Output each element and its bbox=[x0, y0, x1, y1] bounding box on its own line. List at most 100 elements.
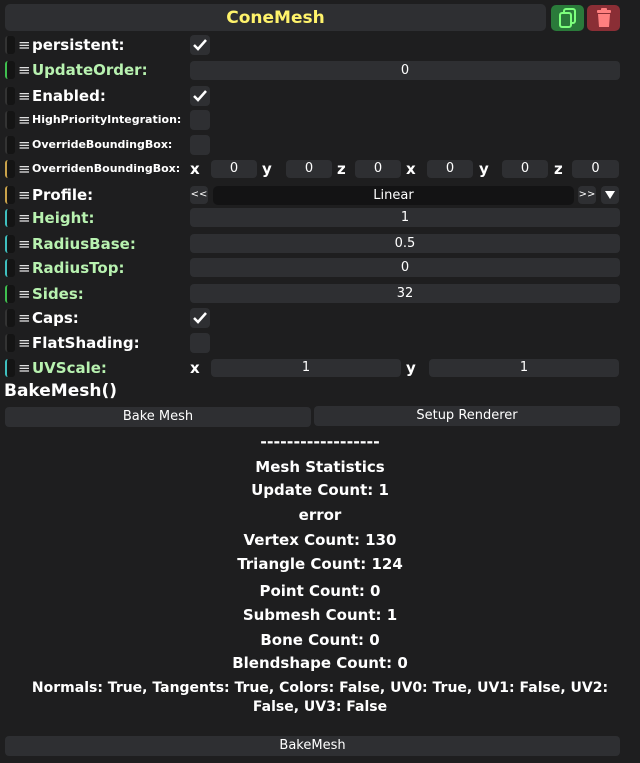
bbox-max-x-input[interactable]: 0 bbox=[427, 160, 473, 178]
field-label: UVScale: bbox=[32, 359, 107, 377]
field-label: UpdateOrder: bbox=[32, 61, 148, 79]
field-label: Enabled: bbox=[32, 87, 106, 105]
field-menu-icon[interactable]: ≡ bbox=[18, 35, 31, 55]
axis-label-z: z bbox=[337, 160, 346, 178]
persistent-checkbox[interactable] bbox=[190, 35, 210, 55]
field-menu-icon[interactable]: ≡ bbox=[18, 258, 31, 278]
chevron-down-icon bbox=[605, 191, 615, 199]
field-row-overriden-bbox: ≡ OverridenBoundingBox: x 0 y 0 z 0 x 0 … bbox=[0, 157, 640, 181]
drag-handle[interactable] bbox=[5, 160, 15, 178]
field-label: OverrideBoundingBox: bbox=[32, 138, 173, 151]
field-row-radius-top: ≡ RadiusTop: 0 bbox=[0, 256, 640, 280]
sides-input[interactable]: 32 bbox=[190, 284, 620, 303]
field-row-caps: ≡ Caps: bbox=[0, 306, 640, 330]
profile-value[interactable]: Linear bbox=[213, 186, 574, 205]
checkmark-icon bbox=[193, 312, 207, 324]
bbox-min-z-input[interactable]: 0 bbox=[355, 160, 401, 178]
field-menu-icon[interactable]: ≡ bbox=[18, 86, 31, 106]
uv-scale-x-input[interactable]: 1 bbox=[211, 359, 401, 377]
drag-handle[interactable] bbox=[5, 359, 15, 377]
field-label: Height: bbox=[32, 209, 95, 227]
update-order-input[interactable]: 0 bbox=[190, 61, 620, 80]
axis-label-x: x bbox=[190, 359, 200, 377]
field-row-sides: ≡ Sides: 32 bbox=[0, 282, 640, 306]
enabled-checkbox[interactable] bbox=[190, 86, 210, 106]
stats-divider: ------------------ bbox=[260, 432, 380, 451]
profile-prev-button[interactable]: << bbox=[190, 186, 208, 204]
field-label: OverridenBoundingBox: bbox=[32, 162, 181, 175]
stats-attributes-line2: False, UV3: False bbox=[252, 699, 388, 715]
field-label: RadiusTop: bbox=[32, 259, 125, 277]
field-menu-icon[interactable]: ≡ bbox=[18, 60, 31, 80]
field-row-radius-base: ≡ RadiusBase: 0.5 bbox=[0, 232, 640, 256]
delete-component-button[interactable] bbox=[587, 5, 620, 31]
bbox-max-y-input[interactable]: 0 bbox=[502, 160, 548, 178]
field-menu-icon[interactable]: ≡ bbox=[18, 358, 31, 378]
setup-renderer-button[interactable]: Setup Renderer bbox=[314, 406, 620, 426]
field-row-enabled: ≡ Enabled: bbox=[0, 84, 640, 108]
profile-next-button[interactable]: >> bbox=[578, 186, 596, 204]
radius-top-input[interactable]: 0 bbox=[190, 258, 620, 277]
field-menu-icon[interactable]: ≡ bbox=[18, 208, 31, 228]
axis-label-y: y bbox=[262, 160, 272, 178]
drag-handle[interactable] bbox=[5, 209, 15, 227]
stats-submesh-count: Submesh Count: 1 bbox=[242, 606, 398, 624]
drag-handle[interactable] bbox=[5, 334, 15, 352]
radius-base-input[interactable]: 0.5 bbox=[190, 234, 620, 253]
field-row-high-priority: ≡ HighPriorityIntegration: bbox=[0, 108, 640, 132]
field-label: HighPriorityIntegration: bbox=[32, 113, 182, 126]
bbox-min-y-input[interactable]: 0 bbox=[286, 160, 332, 178]
high-priority-checkbox[interactable] bbox=[190, 110, 210, 130]
bake-mesh-button[interactable]: Bake Mesh bbox=[5, 407, 311, 427]
field-row-uv-scale: ≡ UVScale: x 1 y 1 bbox=[0, 356, 640, 380]
bbox-min-x-input[interactable]: 0 bbox=[211, 160, 257, 178]
field-menu-icon[interactable]: ≡ bbox=[18, 308, 31, 328]
bbox-max-z-input[interactable]: 0 bbox=[572, 160, 619, 178]
axis-label-z: z bbox=[554, 160, 563, 178]
field-menu-icon[interactable]: ≡ bbox=[18, 234, 31, 254]
uv-scale-y-input[interactable]: 1 bbox=[429, 359, 619, 377]
field-label: FlatShading: bbox=[32, 334, 140, 352]
stats-bone-count: Bone Count: 0 bbox=[260, 631, 380, 649]
stats-triangle-count: Triangle Count: 124 bbox=[237, 555, 403, 573]
drag-handle[interactable] bbox=[5, 285, 15, 303]
field-label: Caps: bbox=[32, 309, 79, 327]
field-row-override-bbox: ≡ OverrideBoundingBox: bbox=[0, 133, 640, 157]
field-label: RadiusBase: bbox=[32, 235, 136, 253]
drag-handle[interactable] bbox=[5, 235, 15, 253]
drag-handle[interactable] bbox=[5, 136, 15, 154]
field-row-update-order: ≡ UpdateOrder: 0 bbox=[0, 58, 640, 82]
duplicate-component-button[interactable] bbox=[551, 5, 584, 31]
stats-vertex-count: Vertex Count: 130 bbox=[243, 531, 397, 549]
override-bbox-checkbox[interactable] bbox=[190, 135, 210, 155]
bake-mesh-bottom-button[interactable]: BakeMesh bbox=[5, 736, 620, 756]
height-input[interactable]: 1 bbox=[190, 208, 620, 227]
axis-label-x: x bbox=[190, 160, 200, 178]
field-row-flat-shading: ≡ FlatShading: bbox=[0, 331, 640, 355]
field-menu-icon[interactable]: ≡ bbox=[18, 159, 31, 179]
copy-icon bbox=[558, 8, 576, 28]
stats-point-count: Point Count: 0 bbox=[259, 582, 381, 600]
stats-error: error bbox=[298, 506, 342, 524]
drag-handle[interactable] bbox=[5, 111, 15, 129]
flat-shading-checkbox[interactable] bbox=[190, 333, 210, 353]
drag-handle[interactable] bbox=[5, 61, 15, 79]
drag-handle[interactable] bbox=[5, 87, 15, 105]
drag-handle[interactable] bbox=[5, 309, 15, 327]
stats-blendshape-count: Blendshape Count: 0 bbox=[232, 654, 408, 672]
axis-label-y: y bbox=[406, 359, 416, 377]
drag-handle[interactable] bbox=[5, 259, 15, 277]
field-menu-icon[interactable]: ≡ bbox=[18, 110, 31, 130]
profile-dropdown-button[interactable] bbox=[601, 186, 619, 204]
field-menu-icon[interactable]: ≡ bbox=[18, 135, 31, 155]
stats-attributes-line1: Normals: True, Tangents: True, Colors: F… bbox=[31, 680, 609, 696]
field-menu-icon[interactable]: ≡ bbox=[18, 185, 31, 205]
field-row-profile: ≡ Profile: << Linear >> bbox=[0, 183, 640, 207]
field-menu-icon[interactable]: ≡ bbox=[18, 333, 31, 353]
caps-checkbox[interactable] bbox=[190, 308, 210, 328]
drag-handle[interactable] bbox=[5, 36, 15, 54]
drag-handle[interactable] bbox=[5, 186, 15, 204]
stats-update-count: Update Count: 1 bbox=[251, 481, 389, 499]
field-label: Sides: bbox=[32, 285, 84, 303]
field-menu-icon[interactable]: ≡ bbox=[18, 284, 31, 304]
